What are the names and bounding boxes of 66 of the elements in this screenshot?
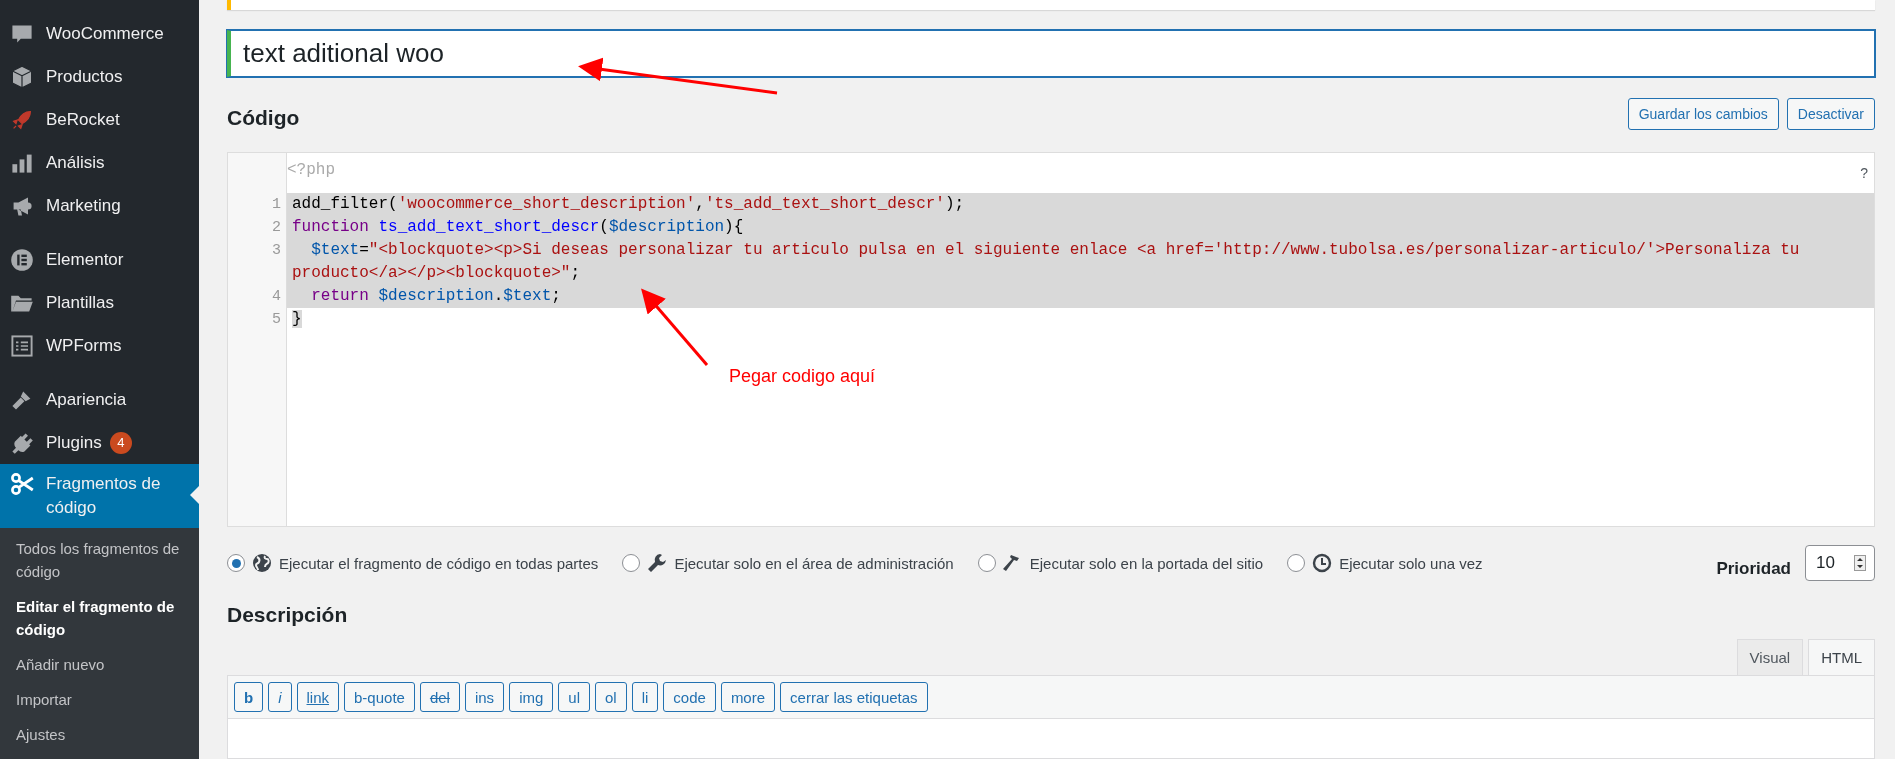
- wrench-icon: [647, 553, 668, 573]
- radio-label: Ejecutar solo una vez: [1339, 554, 1483, 572]
- priority-label: Prioridad: [1716, 559, 1791, 579]
- radio-button[interactable]: [1287, 554, 1306, 572]
- menu-item[interactable]: Análisis: [0, 141, 199, 184]
- submenu-item[interactable]: Añadir nuevo: [0, 647, 199, 682]
- box-icon: [10, 64, 34, 89]
- radio-label: Ejecutar solo en la portada del sitio: [1029, 554, 1264, 572]
- quicktag-button[interactable]: b-quote: [344, 682, 415, 712]
- clock-icon: [1312, 553, 1333, 573]
- priority-field[interactable]: 10: [1805, 545, 1875, 581]
- line-number: 4: [271, 287, 282, 307]
- menu-item[interactable]: Productos: [0, 55, 199, 98]
- plug-icon: [10, 430, 34, 455]
- radio-button[interactable]: [622, 554, 641, 572]
- update-count-badge: 4: [109, 431, 132, 454]
- spinner-arrows-icon[interactable]: [1854, 555, 1866, 571]
- deactivate-button[interactable]: Desactivar: [1786, 98, 1875, 130]
- menu-item[interactable]: Fragmentos de código: [0, 464, 199, 528]
- code-editor[interactable]: [227, 152, 1875, 527]
- form-icon: [10, 333, 34, 358]
- quicktag-button[interactable]: ul: [558, 682, 590, 712]
- quicktag-button[interactable]: more: [720, 682, 776, 712]
- quicktag-button[interactable]: img: [509, 682, 554, 712]
- e-circle-icon: [10, 247, 34, 272]
- radio-button[interactable]: [977, 554, 996, 572]
- line-number: 5: [271, 310, 282, 330]
- section-heading: Descripción: [227, 603, 349, 627]
- quicktag-button[interactable]: cerrar las etiquetas: [780, 682, 928, 712]
- quicktag-button[interactable]: del: [419, 682, 460, 712]
- editor-tab[interactable]: Visual: [1736, 639, 1804, 675]
- quicktag-button[interactable]: li: [631, 682, 659, 712]
- menu-item[interactable]: Plantillas: [0, 281, 199, 324]
- submenu-item[interactable]: Todos los fragmentos de código: [0, 531, 199, 589]
- line-number: 1: [271, 195, 282, 215]
- quicktag-button[interactable]: link: [296, 682, 340, 712]
- submenu-item[interactable]: Editar el fragmento de código: [0, 589, 199, 647]
- annotation-text: Pegar codigo aquí: [729, 366, 876, 387]
- radio-button[interactable]: [227, 554, 245, 572]
- save-button[interactable]: Guardar los cambios: [1627, 98, 1779, 130]
- editor-tab[interactable]: HTML: [1808, 639, 1875, 675]
- menu-item[interactable]: Marketing: [0, 184, 199, 227]
- radio-label: Ejecutar solo en el área de administración: [674, 554, 954, 572]
- quicktag-button[interactable]: b: [234, 682, 264, 712]
- quicktag-button[interactable]: ins: [464, 682, 505, 712]
- menu-item[interactable]: Plugins 4: [0, 421, 199, 464]
- php-open-tag: <?php: [287, 159, 335, 182]
- menu-item[interactable]: BeRocket: [0, 98, 199, 141]
- title-field[interactable]: text aditional woo: [227, 30, 1875, 77]
- quicktag-button[interactable]: code: [663, 682, 716, 712]
- menu-item[interactable]: Elementor: [0, 238, 199, 281]
- line-number: 2: [271, 218, 282, 238]
- globe-icon: [252, 553, 272, 573]
- help-link[interactable]: ?: [1860, 165, 1868, 181]
- quicktag-button[interactable]: ol: [595, 682, 627, 712]
- submenu-item[interactable]: Importar: [0, 682, 199, 717]
- quicktag-button[interactable]: i: [268, 682, 292, 712]
- submenu-item[interactable]: Ajustes: [0, 717, 199, 752]
- menu-item[interactable]: Apariencia: [0, 378, 199, 421]
- menu-item[interactable]: WooCommerce: [0, 12, 199, 55]
- section-heading: Código: [227, 106, 300, 130]
- radio-label: Ejecutar el fragmento de código en todas partes: [279, 554, 599, 572]
- menu-item[interactable]: WPForms: [0, 324, 199, 367]
- line-number: 3: [271, 241, 282, 261]
- scissors-icon: [10, 472, 34, 496]
- description-field[interactable]: [227, 719, 1875, 759]
